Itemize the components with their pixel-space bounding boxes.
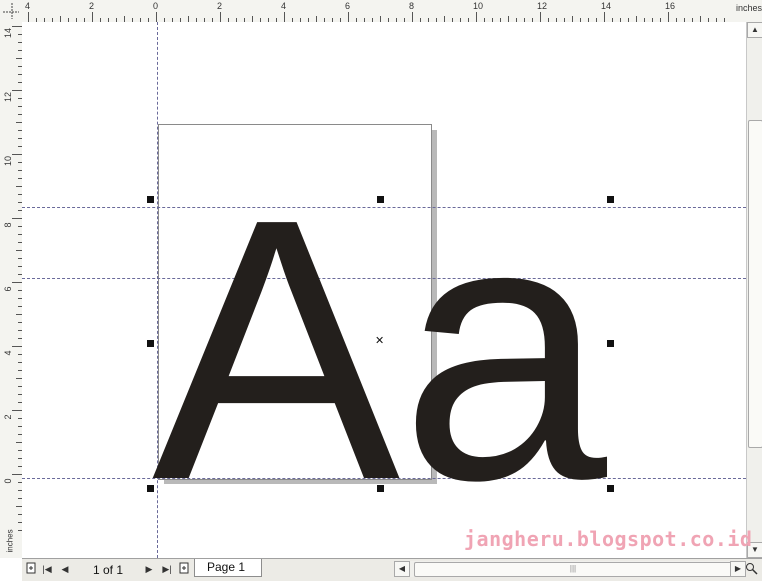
horizontal-scrollbar[interactable]: ◀ ||| ▶ [394,561,746,577]
selection-handle[interactable] [377,196,384,203]
ruler-major-tick [668,12,669,22]
ruler-tick-label: 4 [25,1,31,11]
ruler-major-tick [28,12,29,22]
prev-page-icon: ◀ [61,564,69,574]
first-page-icon: |◀ [42,564,52,574]
ruler-major-tick [12,410,22,411]
ruler-major-tick [12,218,22,219]
selection-handle[interactable] [147,196,154,203]
ruler-tick-label: 10 [3,156,13,167]
scroll-up-button[interactable]: ▲ [747,22,762,38]
grip-icon: ||| [569,564,577,573]
ruler-units-label: inches [5,529,15,553]
next-page-button[interactable]: ▶ [142,562,156,576]
artistic-text[interactable]: Aa [152,141,609,557]
ruler-tick-label: 12 [3,92,13,103]
selection-handle[interactable] [377,485,384,492]
horizontal-ruler[interactable]: 4 2 0 2 4 6 8 10 12 14 16 [22,0,742,23]
ruler-major-tick [92,12,93,22]
first-page-button[interactable]: |◀ [40,562,54,576]
page-count: 1 of 1 [92,563,124,577]
ruler-tick-label: 4 [3,350,13,356]
ruler-major-tick [476,12,477,22]
previous-page-button[interactable]: ◀ [58,562,72,576]
drawing-canvas[interactable]: Aa ✕ [22,22,746,558]
ruler-tick-label: 8 [3,222,13,228]
add-page-icon [26,562,36,574]
chevron-right-icon: ▶ [734,564,742,573]
ruler-tick-label: 12 [537,1,548,11]
add-page-icon [179,562,189,574]
ruler-tick-label: 6 [345,1,351,11]
tab-page-1[interactable]: Page 1 [194,559,262,577]
ruler-tick-label: 6 [3,286,13,292]
ruler-major-tick [220,12,221,22]
ruler-tick-label: 14 [3,28,13,39]
ruler-tick-label: 16 [665,1,676,11]
ruler-units-label: inches [736,3,762,13]
zoom-button[interactable] [744,562,758,576]
selection-handle[interactable] [607,196,614,203]
ruler-tick-label: 0 [3,478,13,484]
ruler-units-left: inches [0,529,22,558]
ruler-major-tick [12,154,22,155]
add-page-before-button[interactable] [24,562,38,576]
zoom-icon [745,563,758,575]
chevron-up-icon: ▲ [751,25,759,34]
vertical-scrollbar[interactable]: ▲ ▼ [746,22,762,558]
ruler-major-tick [348,12,349,22]
selection-handle[interactable] [607,340,614,347]
chevron-left-icon: ◀ [398,564,406,573]
ruler-major-tick [12,474,22,475]
text-object[interactable]: Aa [22,22,746,558]
ruler-tick-label: 2 [3,414,13,420]
last-page-icon: ▶| [162,564,172,574]
ruler-tick-label: 8 [409,1,415,11]
ruler-major-tick [604,12,605,22]
ruler-origin-icon [3,3,19,19]
horizontal-scroll-thumb[interactable]: ||| [414,562,732,577]
scroll-left-button[interactable]: ◀ [394,561,410,577]
selection-handle[interactable] [147,340,154,347]
ruler-major-tick [540,12,541,22]
selection-handle[interactable] [607,485,614,492]
ruler-tick-label: 2 [89,1,95,11]
vertical-ruler[interactable]: 14 12 10 8 6 4 2 0 [0,22,23,558]
ruler-tick-label: 14 [601,1,612,11]
vertical-scroll-thumb[interactable] [748,120,762,448]
ruler-tick-label: 10 [473,1,484,11]
add-page-after-button[interactable] [177,562,191,576]
ruler-tick-label: 2 [217,1,223,11]
ruler-major-tick [12,282,22,283]
ruler-major-tick [156,12,157,22]
last-page-button[interactable]: ▶| [160,562,174,576]
ruler-major-tick [12,90,22,91]
ruler-units-top: inches [734,0,762,23]
next-page-icon: ▶ [145,564,153,574]
ruler-corner[interactable] [0,0,23,23]
watermark-text: jangheru.blogspot.co.id [464,527,753,551]
ruler-major-tick [412,12,413,22]
center-marker-icon[interactable]: ✕ [375,336,384,347]
ruler-tick-label: 0 [153,1,159,11]
ruler-major-tick [12,346,22,347]
ruler-tick-label: 4 [281,1,287,11]
ruler-major-tick [284,12,285,22]
selection-handle[interactable] [147,485,154,492]
page-navigator-bar: |◀ ◀ 1 of 1 ▶ ▶| Page 1 ◀ ||| ▶ [22,558,762,581]
ruler-major-tick [12,26,22,27]
